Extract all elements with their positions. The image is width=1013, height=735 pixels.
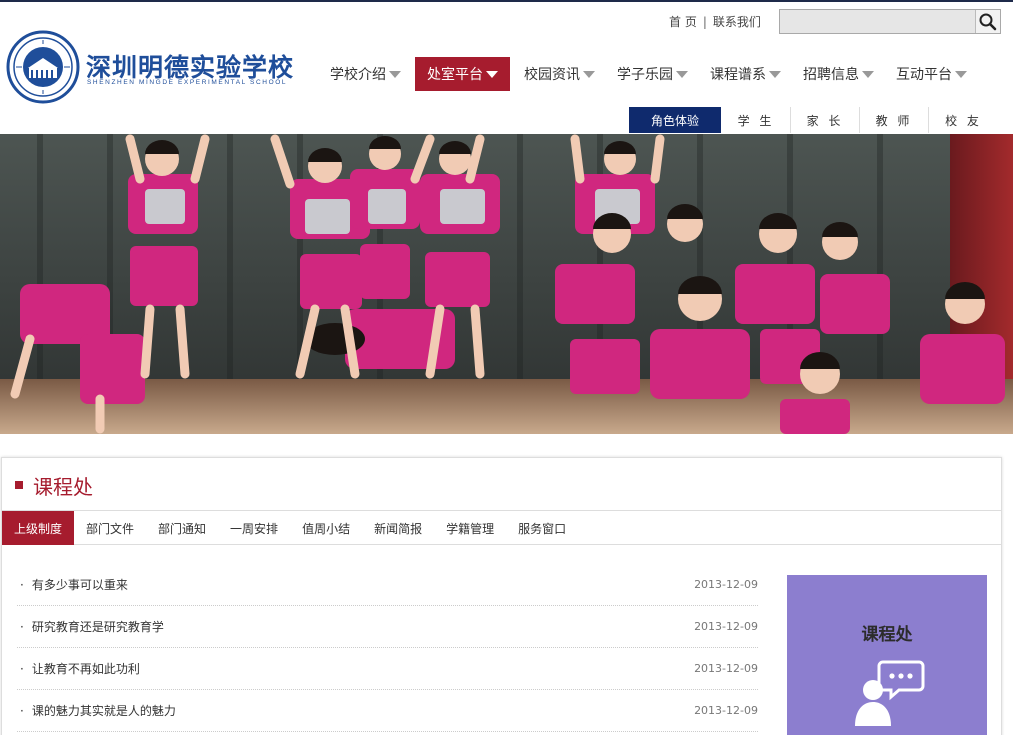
list-bullet: · [20,620,24,634]
tab-service-window[interactable]: 服务窗口 [506,511,578,545]
list-bullet: · [20,704,24,718]
nav-item-recruitment[interactable]: 招聘信息 [795,57,882,91]
chevron-down-icon [862,70,874,78]
role-teacher-tab[interactable]: 教 师 [860,107,929,133]
list-bullet: · [20,662,24,676]
nav-item-label: 课程谱系 [710,67,766,83]
department-card[interactable]: 课程处 [787,575,987,735]
school-seal-icon [6,30,80,104]
list-item[interactable]: · 让教育不再如此功利 2013-12-09 [17,648,758,690]
search-input[interactable] [780,10,975,33]
nav-item-student-park[interactable]: 学子乐园 [609,57,696,91]
article-title: 让教育不再如此功利 [31,662,140,676]
role-student-tab[interactable]: 学 生 [722,107,791,133]
article-title-link[interactable]: · 课的魅力其实就是人的魅力 [17,702,176,719]
nav-item-curriculum[interactable]: 课程谱系 [702,57,789,91]
main-nav: 学校介绍 处室平台 校园资讯 学子乐园 课程谱系 招聘信息 互动平台 [322,57,981,91]
article-title-link[interactable]: · 研究教育还是研究教育学 [17,618,164,635]
link-separator: | [702,15,707,29]
search-icon [979,13,997,31]
article-title: 有多少事可以重来 [31,578,128,592]
article-date: 2013-12-09 [694,578,758,591]
list-item[interactable]: · 研究教育还是研究教育学 2013-12-09 [17,606,758,648]
tab-news-brief[interactable]: 新闻简报 [362,511,434,545]
top-links: 首 页 | 联系我们 [669,13,761,30]
chevron-down-icon [583,70,595,78]
nav-item-label: 学子乐园 [617,67,673,83]
banner-image [0,134,1013,434]
role-alumni-tab[interactable]: 校 友 [929,107,998,133]
chevron-down-icon [676,70,688,78]
article-date: 2013-12-09 [694,620,758,633]
home-link[interactable]: 首 页 [669,15,697,29]
nav-item-interactive[interactable]: 互动平台 [888,57,975,91]
tab-weekly-schedule[interactable]: 一周安排 [218,511,290,545]
tab-student-records[interactable]: 学籍管理 [434,511,506,545]
tab-superior-rules[interactable]: 上级制度 [2,511,75,545]
role-bar: 角色体验 学 生 家 长 教 师 校 友 [629,107,998,133]
school-name-en: SHENZHEN MINGDE EXPERIMENTAL SCHOOL [87,79,288,86]
search-button[interactable] [975,10,1000,33]
list-item[interactable]: · 有多少事可以重来 2013-12-09 [17,564,758,606]
contact-link[interactable]: 联系我们 [713,15,761,29]
top-border [0,0,1013,2]
chevron-down-icon [769,70,781,78]
nav-item-label: 校园资讯 [524,67,580,83]
school-logo[interactable]: 深圳明德实验学校 SHENZHEN MINGDE EXPERIMENTAL SC… [6,30,311,106]
search-box [779,9,1001,34]
article-date: 2013-12-09 [694,662,758,675]
tab-department-files[interactable]: 部门文件 [74,511,146,545]
list-bullet: · [20,578,24,592]
role-experience-tab[interactable]: 角色体验 [629,107,721,133]
nav-item-campus-news[interactable]: 校园资讯 [516,57,603,91]
nav-item-label: 学校介绍 [330,67,386,83]
article-title: 课的魅力其实就是人的魅力 [31,704,176,718]
article-list: · 有多少事可以重来 2013-12-09 · 研究教育还是研究教育学 2013-1… [17,564,758,732]
chevron-down-icon [955,70,967,78]
article-date: 2013-12-09 [694,704,758,717]
article-title: 研究教育还是研究教育学 [31,620,164,634]
nav-item-label: 互动平台 [896,67,952,83]
tab-department-notices[interactable]: 部门通知 [146,511,218,545]
article-title-link[interactable]: · 有多少事可以重来 [17,576,128,593]
role-parent-tab[interactable]: 家 长 [791,107,860,133]
dance-performance-photo [0,134,1013,434]
article-title-link[interactable]: · 让教育不再如此功利 [17,660,140,677]
list-item[interactable]: · 课的魅力其实就是人的魅力 2013-12-09 [17,690,758,732]
section-title: 课程处 [33,474,93,499]
chevron-down-icon [389,70,401,78]
chevron-down-icon [486,70,498,78]
section-tabs: 上级制度 部门文件 部门通知 一周安排 值周小结 新闻简报 学籍管理 服务窗口 [2,510,1001,545]
card-title: 课程处 [861,625,913,645]
section-heading: 课程处 [15,470,93,500]
tab-duty-summary[interactable]: 值周小结 [290,511,362,545]
nav-item-label: 处室平台 [427,67,483,83]
nav-item-school-intro[interactable]: 学校介绍 [322,57,409,91]
nav-item-label: 招聘信息 [803,67,859,83]
square-bullet-icon [15,481,23,489]
nav-item-department-platform[interactable]: 处室平台 [415,57,510,91]
content-panel: 课程处 上级制度 部门文件 部门通知 一周安排 值周小结 新闻简报 学籍管理 服… [1,457,1002,735]
user-chat-icon [855,660,925,726]
